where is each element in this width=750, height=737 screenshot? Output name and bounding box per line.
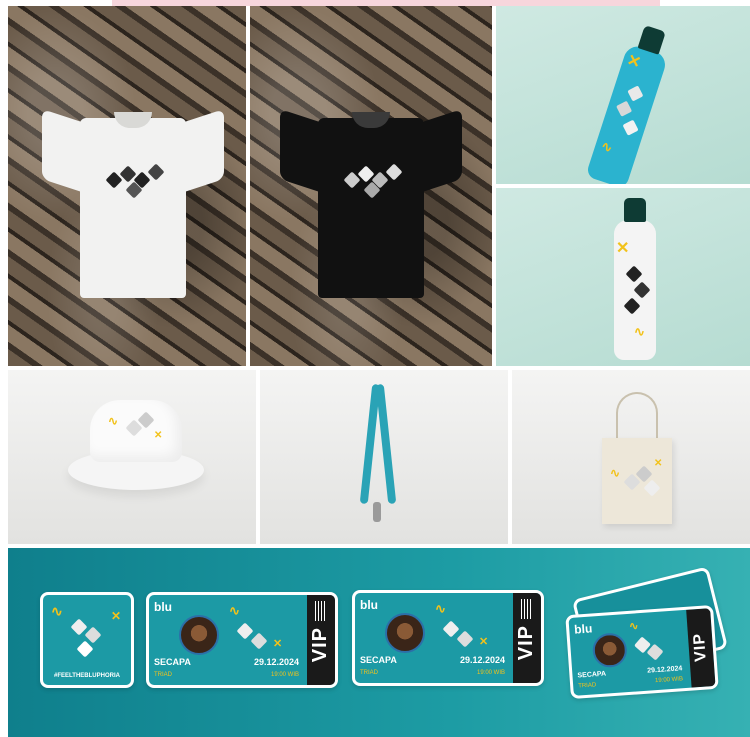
- ticket-sub-right: 19:00 WIB: [270, 672, 299, 678]
- shirt-print-graphic: [104, 160, 168, 200]
- yellow-x-icon: ✕: [479, 636, 489, 648]
- teal-bottle-mockup: ✕ ∿: [496, 6, 750, 184]
- ticket-venue: SECAPA: [577, 670, 607, 680]
- tote-bag: ∿ ✕: [602, 438, 672, 524]
- ticket-venue: SECAPA: [154, 657, 191, 667]
- ticket-stub: VIP: [513, 593, 541, 683]
- ticket-portrait: [591, 632, 628, 669]
- ticket-sub-right: 19:00 WIB: [476, 670, 505, 676]
- yellow-squiggle-icon: ∿: [51, 603, 63, 619]
- tote-bag-mockup: ∿ ✕: [512, 370, 750, 544]
- hashtag-sticker: ∿ ✕ #FEELTHEBLUPHORIA: [40, 592, 134, 688]
- ticket-sub-left: TRIAD: [578, 682, 597, 690]
- yellow-squiggle-icon: ∿: [634, 324, 645, 339]
- sticker-hashtag: #FEELTHEBLUPHORIA: [54, 673, 120, 679]
- tote-handle: [616, 392, 658, 444]
- ticket-date: 29.12.2024: [253, 657, 299, 667]
- ticket-venue: SECAPA: [360, 655, 397, 665]
- yellow-x-icon: ✕: [624, 51, 643, 73]
- ticket-stub-label: VIP: [690, 632, 710, 663]
- lanyard-clip: [373, 502, 381, 522]
- white-tshirt: [42, 98, 224, 298]
- barcode-icon: [315, 601, 327, 621]
- ticket-brand: blu: [360, 598, 378, 612]
- vip-ticket-front: blu ∿ SECAPA 29.12.2024 TRIAD 19:00 WIB …: [565, 604, 719, 700]
- yellow-squiggle-icon: ∿: [229, 603, 240, 618]
- yellow-squiggle-icon: ∿: [628, 620, 639, 633]
- vip-ticket: blu ∿ ✕ SECAPA 29.12.2024 TRIAD 19:00 WI…: [146, 592, 338, 688]
- hat-crown: ∿ ✕: [90, 400, 182, 462]
- ticket-sub-left: TRIAD: [154, 672, 172, 678]
- lanyard-strap-right: [375, 383, 397, 505]
- ticket-stub-label: VIP: [515, 625, 537, 661]
- ticket-brand: blu: [154, 600, 172, 614]
- ticket-sub-left: TRIAD: [360, 670, 378, 676]
- yellow-squiggle-icon: ∿: [108, 414, 119, 428]
- black-tshirt: [280, 98, 462, 298]
- yellow-x-icon: ✕: [154, 430, 163, 441]
- ticket-brand: blu: [573, 621, 593, 637]
- ticket-portrait: [179, 615, 219, 655]
- yellow-squiggle-icon: ∿: [610, 466, 621, 480]
- yellow-x-icon: ✕: [654, 458, 663, 469]
- ticket-stub: VIP: [686, 608, 716, 688]
- white-bottle-mockup: ✕ ∿: [496, 188, 750, 366]
- vip-ticket: blu ∿ ✕ SECAPA 29.12.2024 TRIAD 19:00 WI…: [352, 590, 544, 686]
- yellow-squiggle-icon: ∿: [435, 601, 446, 616]
- yellow-x-icon: ✕: [111, 609, 122, 623]
- ticket-sub-right: 19:00 WIB: [654, 676, 684, 685]
- yellow-squiggle-icon: ∿: [599, 137, 615, 156]
- shirt-print-graphic: [342, 160, 406, 200]
- teal-water-bottle: ✕ ∿: [585, 25, 669, 184]
- tickets-banner: ∿ ✕ #FEELTHEBLUPHORIA blu ∿ ✕ SECAPA 29.…: [8, 548, 750, 737]
- yellow-x-icon: ✕: [273, 638, 283, 650]
- ticket-stub: VIP: [307, 595, 335, 685]
- barcode-icon: [521, 599, 533, 619]
- yellow-x-icon: ✕: [616, 240, 630, 257]
- lanyard-mockup: [260, 370, 508, 544]
- ticket-stub-label: VIP: [309, 627, 331, 663]
- ticket-date: 29.12.2024: [647, 665, 683, 675]
- bucket-hat-mockup: ∿ ✕: [8, 370, 256, 544]
- black-tshirt-mockup: [250, 6, 492, 366]
- white-tshirt-mockup: [8, 6, 246, 366]
- ticket-date: 29.12.2024: [459, 655, 505, 665]
- white-water-bottle: ✕ ∿: [614, 198, 656, 360]
- ticket-portrait: [385, 613, 425, 653]
